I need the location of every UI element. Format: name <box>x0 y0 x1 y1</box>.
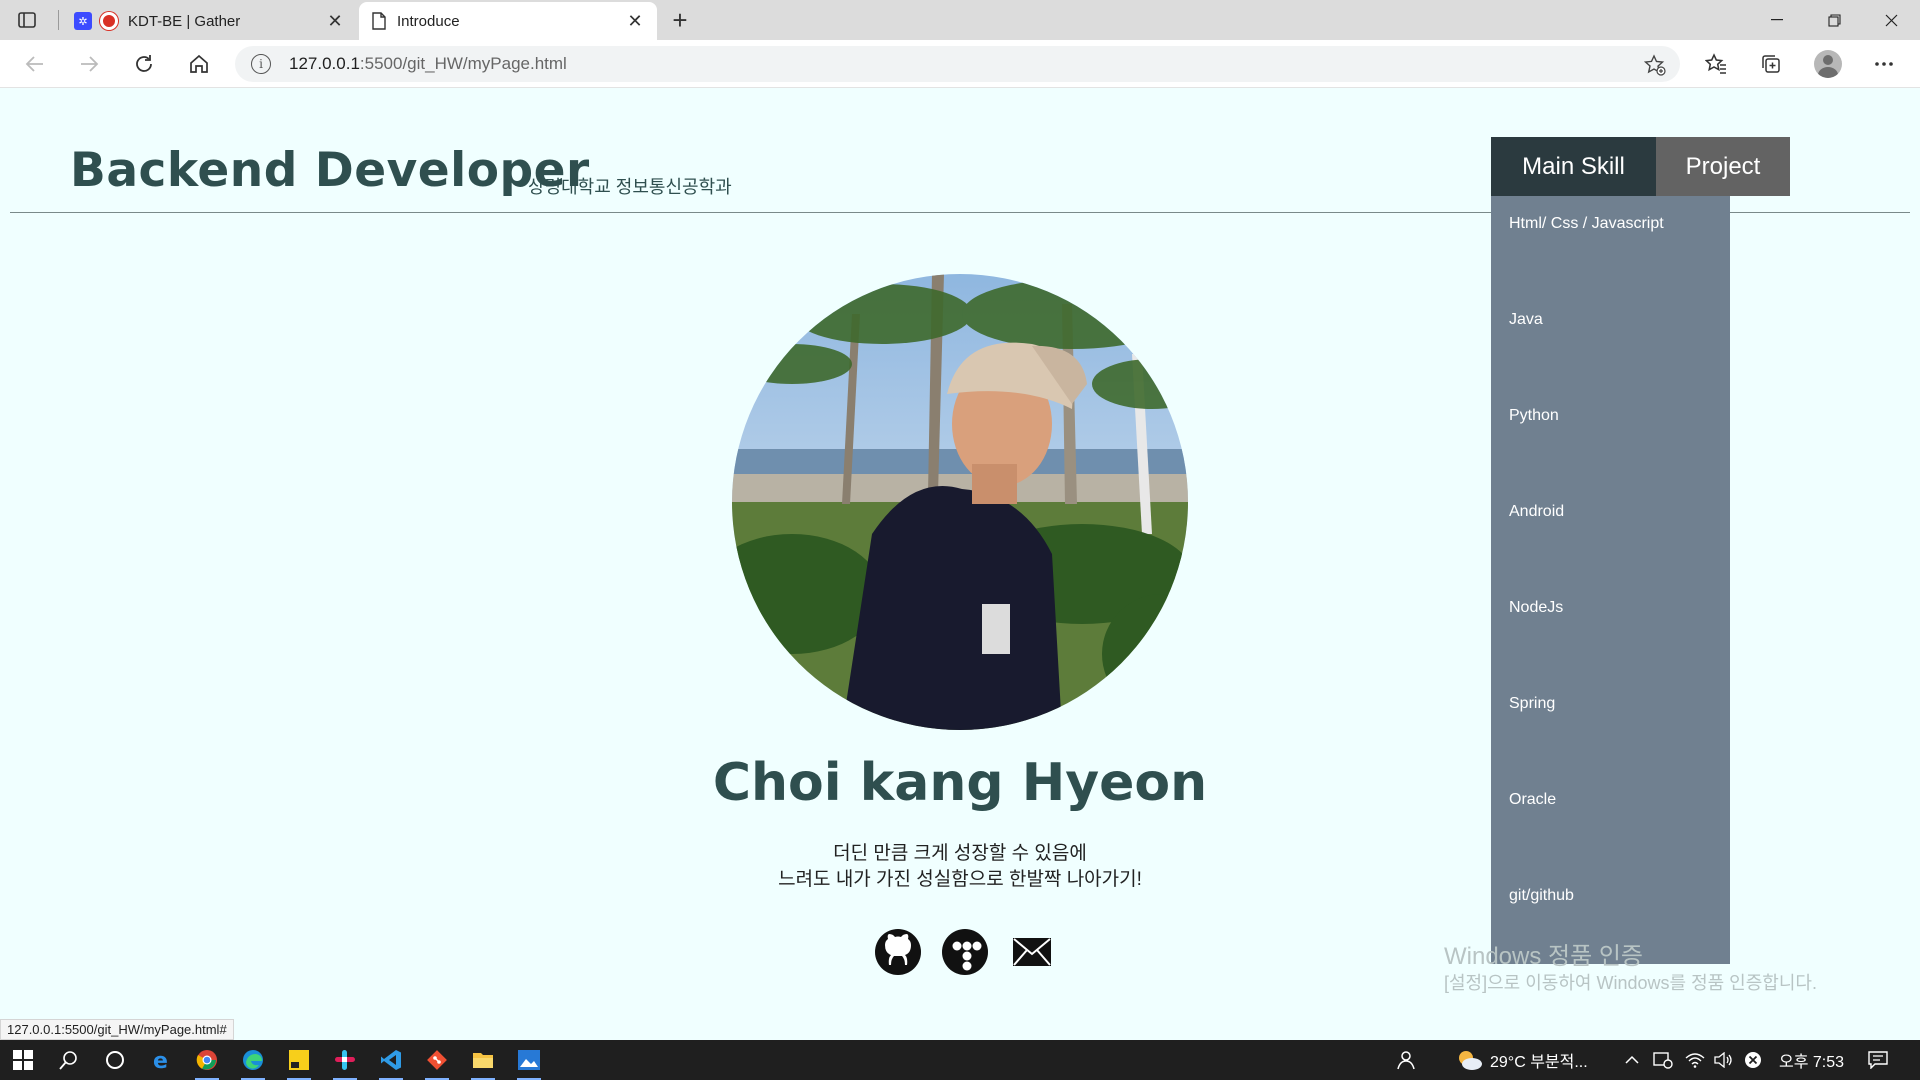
motto-line-1: 더딘 만큼 크게 성장할 수 있음에 <box>833 843 1087 864</box>
notification-icon[interactable] <box>1868 1040 1888 1080</box>
restore-button[interactable] <box>1805 0 1863 40</box>
internet-explorer-icon[interactable]: e <box>138 1040 184 1080</box>
github-icon[interactable] <box>874 928 922 976</box>
vscode-icon[interactable] <box>368 1040 414 1080</box>
file-explorer-icon[interactable] <box>460 1040 506 1080</box>
more-menu-icon[interactable] <box>1868 48 1900 80</box>
git-icon[interactable] <box>414 1040 460 1080</box>
nav-project[interactable]: Project <box>1656 137 1790 196</box>
profile-motto: 더딘 만큼 크게 성장할 수 있음에 느려도 내가 가진 성실함으로 한발짝 나… <box>0 841 1920 893</box>
slack-icon[interactable] <box>322 1040 368 1080</box>
top-nav: Main Skill Project <box>1491 137 1790 196</box>
close-tab-icon[interactable]: ✕ <box>625 11 645 32</box>
search-icon[interactable] <box>46 1040 92 1080</box>
weather-icon[interactable] <box>1455 1040 1483 1080</box>
security-icon[interactable] <box>1653 1040 1673 1080</box>
site-info-icon[interactable]: i <box>251 54 271 74</box>
skill-item-nodejs[interactable]: NodeJs <box>1509 599 1563 617</box>
cortana-icon[interactable] <box>92 1040 138 1080</box>
motto-line-2: 느려도 내가 가진 성실함으로 한발짝 나아가기! <box>778 869 1142 890</box>
close-tab-icon[interactable]: ✕ <box>325 11 345 32</box>
windows-activation-text: [설정]으로 이동하여 Windows를 정품 인증합니다. <box>1444 973 1817 993</box>
social-links <box>874 928 1056 976</box>
minimize-button[interactable] <box>1748 0 1806 40</box>
weather-text[interactable]: 29°C 부분적... <box>1490 1040 1588 1080</box>
browser-toolbar: i 127.0.0.1:5500/git_HW/myPage.html <box>0 40 1920 88</box>
forward-button[interactable] <box>73 48 105 80</box>
skill-item-html[interactable]: Html/ Css / Javascript <box>1509 215 1664 233</box>
edge-icon[interactable] <box>230 1040 276 1080</box>
blog-icon[interactable] <box>941 928 989 976</box>
nav-main-skill[interactable]: Main Skill <box>1491 137 1656 196</box>
svg-text:e: e <box>153 1049 168 1072</box>
page-title: Backend Developer <box>70 143 590 198</box>
start-button[interactable] <box>0 1040 46 1080</box>
new-tab-button[interactable]: + <box>666 5 694 35</box>
sticky-notes-icon[interactable] <box>276 1040 322 1080</box>
close-window-button[interactable] <box>1862 0 1920 40</box>
avatar <box>1814 50 1842 78</box>
favorites-icon[interactable] <box>1700 48 1732 80</box>
recording-icon <box>100 12 118 30</box>
status-x-icon[interactable] <box>1744 1040 1762 1080</box>
address-bar[interactable]: i 127.0.0.1:5500/git_HW/myPage.html <box>235 46 1680 82</box>
windows-taskbar: e 29°C 부분적... 오후 7:53 <box>0 1040 1920 1080</box>
profile-photo <box>732 274 1188 730</box>
skill-item-android[interactable]: Android <box>1509 503 1564 521</box>
gather-favicon-icon: ✲ <box>74 12 92 30</box>
home-button[interactable] <box>183 48 215 80</box>
tab-title: KDT-BE | Gather <box>128 12 241 30</box>
volume-icon[interactable] <box>1714 1040 1734 1080</box>
clock-time[interactable]: 오후 7:53 <box>1779 1040 1844 1080</box>
people-icon[interactable] <box>1394 1040 1416 1080</box>
tab-actions-icon[interactable] <box>14 8 40 32</box>
mail-icon[interactable] <box>1008 928 1056 976</box>
skill-item-python[interactable]: Python <box>1509 407 1559 425</box>
collections-icon[interactable] <box>1755 48 1787 80</box>
web-page: Backend Developer 상명대학교 정보통신공학과 Main Ski… <box>0 89 1920 1040</box>
refresh-button[interactable] <box>128 48 160 80</box>
tab-introduce[interactable]: Introduce ✕ <box>359 2 657 40</box>
chrome-icon[interactable] <box>184 1040 230 1080</box>
status-bar-url: 127.0.0.1:5500/git_HW/myPage.html# <box>0 1019 234 1040</box>
tab-title: Introduce <box>397 12 460 30</box>
windows-activation-title: Windows 정품 인증 <box>1444 943 1644 970</box>
skill-item-spring[interactable]: Spring <box>1509 695 1555 713</box>
add-favorite-icon[interactable] <box>1643 54 1666 81</box>
skill-item-java[interactable]: Java <box>1509 311 1543 329</box>
wifi-icon[interactable] <box>1685 1040 1705 1080</box>
profile-avatar[interactable] <box>1812 48 1844 80</box>
page-favicon-icon <box>372 12 386 30</box>
tab-gather[interactable]: ✲ KDT-BE | Gather ✕ <box>62 2 357 40</box>
profile-name: Choi kang Hyeon <box>712 753 1208 813</box>
photos-icon[interactable] <box>506 1040 552 1080</box>
chevron-up-icon[interactable] <box>1625 1040 1639 1080</box>
page-subtitle: 상명대학교 정보통신공학과 <box>528 177 732 197</box>
back-button[interactable] <box>19 48 51 80</box>
browser-tab-strip: ✲ KDT-BE | Gather ✕ Introduce ✕ + <box>0 0 1920 40</box>
url-text[interactable]: 127.0.0.1:5500/git_HW/myPage.html <box>289 54 567 74</box>
tab-separator <box>58 10 59 30</box>
